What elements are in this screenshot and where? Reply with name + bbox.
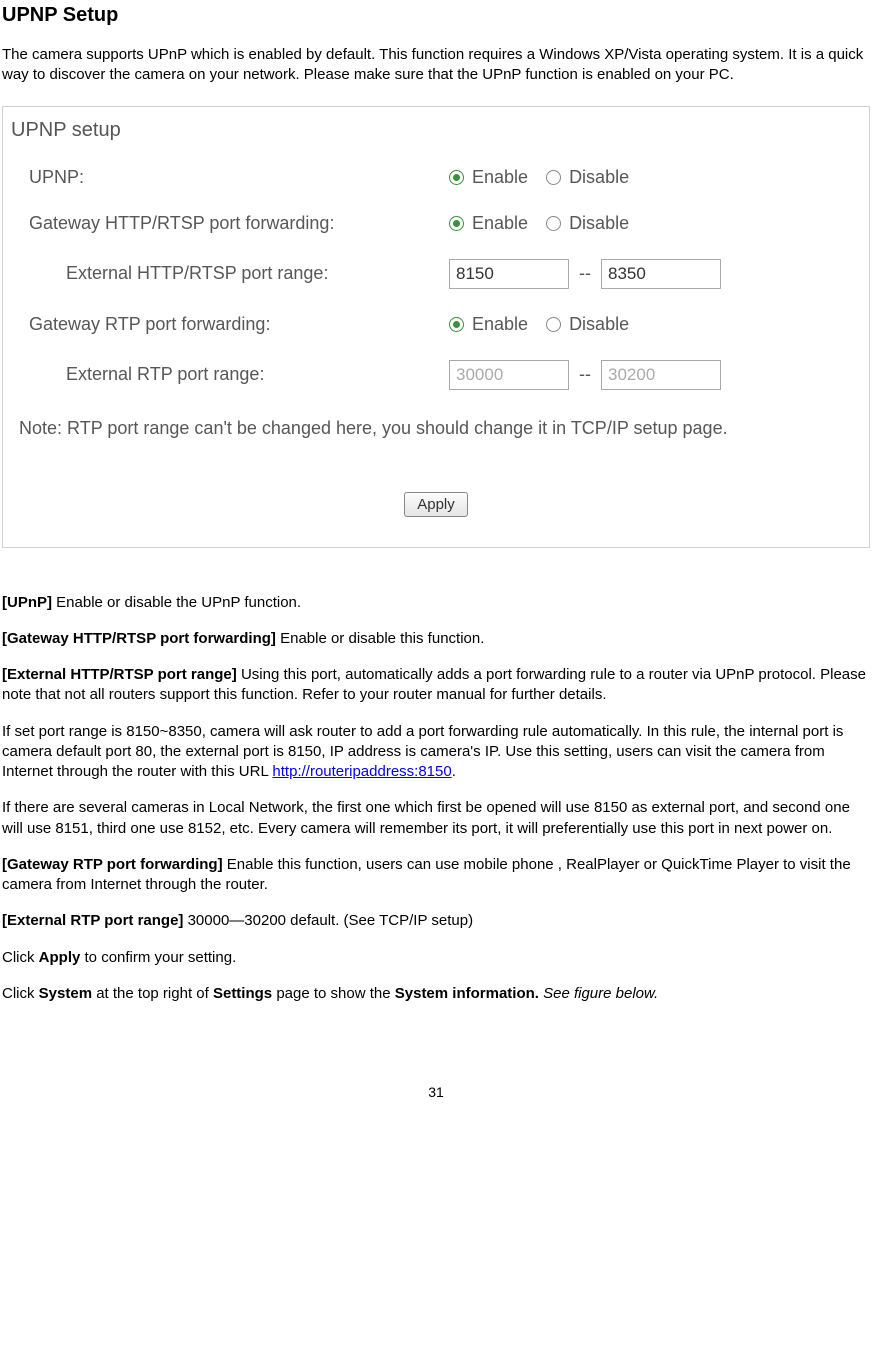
radio-gwrtp-disable[interactable] [546, 317, 561, 332]
panel-note: Note: RTP port range can't be changed he… [11, 415, 861, 442]
text-system-f: System information. [395, 985, 543, 1002]
apply-button[interactable]: Apply [404, 492, 468, 517]
body-text: [UPnP] Enable or disable the UPnP functi… [2, 593, 870, 1005]
text-system-b: System [39, 985, 92, 1002]
link-router-url[interactable]: http://routeripaddress:8150 [272, 763, 451, 780]
row-ext-http: External HTTP/RTSP port range: -- [11, 259, 861, 289]
label-gw-http: Gateway HTTP/RTSP port forwarding: [29, 213, 449, 234]
text-apply-c: to confirm your setting. [80, 949, 236, 966]
input-rtp-from [449, 360, 569, 390]
radio-gwhttp-enable[interactable] [449, 216, 464, 231]
label-upnp: UPNP: [29, 167, 449, 188]
label-ext-rtp: External RTP port range: [66, 364, 449, 385]
radio-gwhttp-disable[interactable] [546, 216, 561, 231]
intro-paragraph: The camera supports UPnP which is enable… [2, 45, 870, 86]
radio-label-disable: Disable [569, 167, 629, 188]
radio-upnp-disable[interactable] [546, 170, 561, 185]
radio-label-enable: Enable [472, 213, 528, 234]
term-exthttp: [External HTTP/RTSP port range] [2, 666, 241, 683]
term-extrtp: [External RTP port range] [2, 912, 188, 929]
separator: -- [579, 263, 591, 284]
upnp-setup-panel: UPNP setup UPNP: Enable Disable Gateway … [2, 106, 870, 548]
panel-heading: UPNP setup [11, 119, 861, 142]
row-upnp: UPNP: Enable Disable [11, 167, 861, 188]
text-system-e: page to show the [272, 985, 395, 1002]
term-upnp: [UPnP] [2, 594, 56, 611]
term-gwhttp: [Gateway HTTP/RTSP port forwarding] [2, 630, 280, 647]
page-number: 31 [2, 1084, 870, 1100]
label-ext-http: External HTTP/RTSP port range: [66, 263, 449, 284]
text-upnp: Enable or disable the UPnP function. [56, 594, 301, 611]
radio-upnp-enable[interactable] [449, 170, 464, 185]
page-title: UPNP Setup [2, 4, 870, 27]
separator: -- [579, 364, 591, 385]
row-ext-rtp: External RTP port range: -- [11, 360, 861, 390]
text-apply-a: Click [2, 949, 39, 966]
input-http-to[interactable] [601, 259, 721, 289]
radio-gwrtp-enable[interactable] [449, 317, 464, 332]
text-extrtp: 30000—30200 default. (See TCP/IP setup) [188, 912, 473, 929]
text-system-d: Settings [213, 985, 272, 1002]
text-multi-cameras: If there are several cameras in Local Ne… [2, 798, 870, 839]
radio-label-disable: Disable [569, 314, 629, 335]
input-rtp-to [601, 360, 721, 390]
text-gwhttp: Enable or disable this function. [280, 630, 484, 647]
term-gwrtp: [Gateway RTP port forwarding] [2, 856, 227, 873]
radio-label-enable: Enable [472, 314, 528, 335]
text-system-g: See figure below. [543, 985, 658, 1002]
text-apply-b: Apply [39, 949, 81, 966]
row-gw-rtp: Gateway RTP port forwarding: Enable Disa… [11, 314, 861, 335]
text-system-c: at the top right of [92, 985, 213, 1002]
radio-label-enable: Enable [472, 167, 528, 188]
input-http-from[interactable] [449, 259, 569, 289]
row-gw-http: Gateway HTTP/RTSP port forwarding: Enabl… [11, 213, 861, 234]
radio-label-disable: Disable [569, 213, 629, 234]
label-gw-rtp: Gateway RTP port forwarding: [29, 314, 449, 335]
text-system-a: Click [2, 985, 39, 1002]
text-portrange-b: . [452, 763, 456, 780]
